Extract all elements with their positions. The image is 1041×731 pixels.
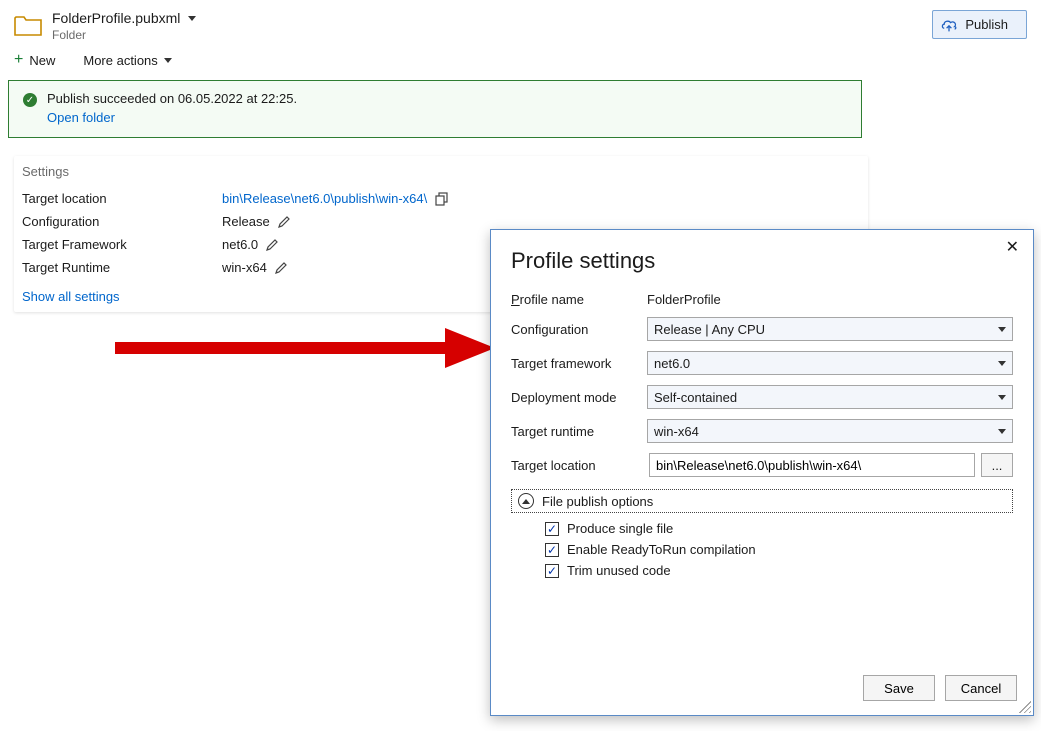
produce-single-file-label: Produce single file [567,521,673,536]
more-actions-label: More actions [83,53,157,68]
target-runtime-combo-value: win-x64 [654,424,699,439]
target-framework-field-label: Target framework [511,356,643,371]
publish-status-notice: ✓ Publish succeeded on 06.05.2022 at 22:… [8,80,862,138]
configuration-combo-value: Release | Any CPU [654,322,765,337]
target-location-label: Target location [22,191,222,206]
trim-unused-checkbox[interactable]: ✓ Trim unused code [545,563,1013,578]
title-block: FolderProfile.pubxml Folder [52,10,196,42]
publish-icon [941,18,957,32]
target-location-value-row: bin\Release\net6.0\publish\win-x64\ [222,191,860,206]
dialog-footer: Save Cancel [491,665,1033,715]
deployment-mode-row: Deployment mode Self-contained [511,385,1013,409]
header: FolderProfile.pubxml Folder Publish [0,0,1041,46]
checkbox-checked-icon: ✓ [545,522,559,536]
cancel-button[interactable]: Cancel [945,675,1017,701]
target-framework-value: net6.0 [222,237,258,252]
produce-single-file-checkbox[interactable]: ✓ Produce single file [545,521,1013,536]
configuration-value-row: Release [222,214,860,229]
toolbar: + New More actions [0,46,1041,80]
more-actions-dropdown[interactable]: More actions [83,53,171,68]
ready-to-run-label: Enable ReadyToRun compilation [567,542,756,557]
configuration-row: Configuration Release | Any CPU [511,317,1013,341]
browse-button[interactable]: ... [981,453,1013,477]
save-button[interactable]: Save [863,675,935,701]
trim-unused-label: Trim unused code [567,563,671,578]
profile-name-row: Profile name FolderProfile [511,292,1013,307]
file-publish-options-expander[interactable]: File publish options [511,489,1013,513]
deployment-mode-field-label: Deployment mode [511,390,643,405]
chevron-down-icon [164,58,172,63]
file-publish-options-label: File publish options [542,494,653,509]
deployment-mode-combo[interactable]: Self-contained [647,385,1013,409]
copy-icon[interactable] [435,192,449,206]
chevron-down-icon [188,16,196,21]
profile-type-label: Folder [52,28,196,42]
configuration-label: Configuration [22,214,222,229]
settings-title: Settings [22,164,860,179]
target-framework-row: Target framework net6.0 [511,351,1013,375]
target-framework-combo[interactable]: net6.0 [647,351,1013,375]
configuration-field-label: Configuration [511,322,643,337]
chevron-down-icon [998,395,1006,400]
publish-button[interactable]: Publish [932,10,1027,39]
notice-message: Publish succeeded on 06.05.2022 at 22:25… [47,91,297,106]
ready-to-run-checkbox[interactable]: ✓ Enable ReadyToRun compilation [545,542,1013,557]
header-left: FolderProfile.pubxml Folder [14,10,196,42]
show-all-settings-link[interactable]: Show all settings [22,289,120,304]
plus-icon: + [14,52,23,68]
target-location-link[interactable]: bin\Release\net6.0\publish\win-x64\ [222,191,427,206]
target-runtime-row: Target runtime win-x64 [511,419,1013,443]
target-runtime-label: Target Runtime [22,260,222,275]
target-runtime-combo[interactable]: win-x64 [647,419,1013,443]
folder-icon [14,14,42,36]
deployment-mode-combo-value: Self-contained [654,390,737,405]
configuration-combo[interactable]: Release | Any CPU [647,317,1013,341]
chevron-down-icon [998,327,1006,332]
profile-settings-dialog: ✕ Profile settings Profile name FolderPr… [490,229,1034,716]
chevron-down-icon [998,361,1006,366]
new-button-label: New [29,53,55,68]
new-button[interactable]: + New [14,52,55,68]
checkbox-checked-icon: ✓ [545,564,559,578]
profile-file-name: FolderProfile.pubxml [52,10,180,26]
publish-button-label: Publish [965,17,1008,32]
success-icon: ✓ [23,93,37,107]
open-folder-link[interactable]: Open folder [47,110,297,125]
pencil-icon[interactable] [266,239,278,251]
profile-dropdown[interactable]: FolderProfile.pubxml [52,10,196,26]
target-location-field-label: Target location [511,458,643,473]
target-location-row: Target location ... [511,453,1013,477]
target-framework-label: Target Framework [22,237,222,252]
dialog-title: Profile settings [511,248,1013,274]
checkbox-checked-icon: ✓ [545,543,559,557]
target-framework-combo-value: net6.0 [654,356,690,371]
pencil-icon[interactable] [278,216,290,228]
target-runtime-value: win-x64 [222,260,267,275]
profile-name-label: Profile name [511,292,643,307]
browse-button-label: ... [992,458,1003,473]
resize-grip[interactable] [1019,701,1031,713]
pencil-icon[interactable] [275,262,287,274]
profile-name-value: FolderProfile [647,292,1013,307]
dialog-body: Profile settings Profile name FolderProf… [491,230,1033,665]
target-location-input[interactable] [649,453,975,477]
arrow-annotation [115,328,495,368]
configuration-value: Release [222,214,270,229]
close-button[interactable]: ✕ [1002,236,1023,260]
target-runtime-field-label: Target runtime [511,424,643,439]
notice-body: Publish succeeded on 06.05.2022 at 22:25… [47,91,297,125]
chevron-down-icon [998,429,1006,434]
chevron-up-icon [518,493,534,509]
